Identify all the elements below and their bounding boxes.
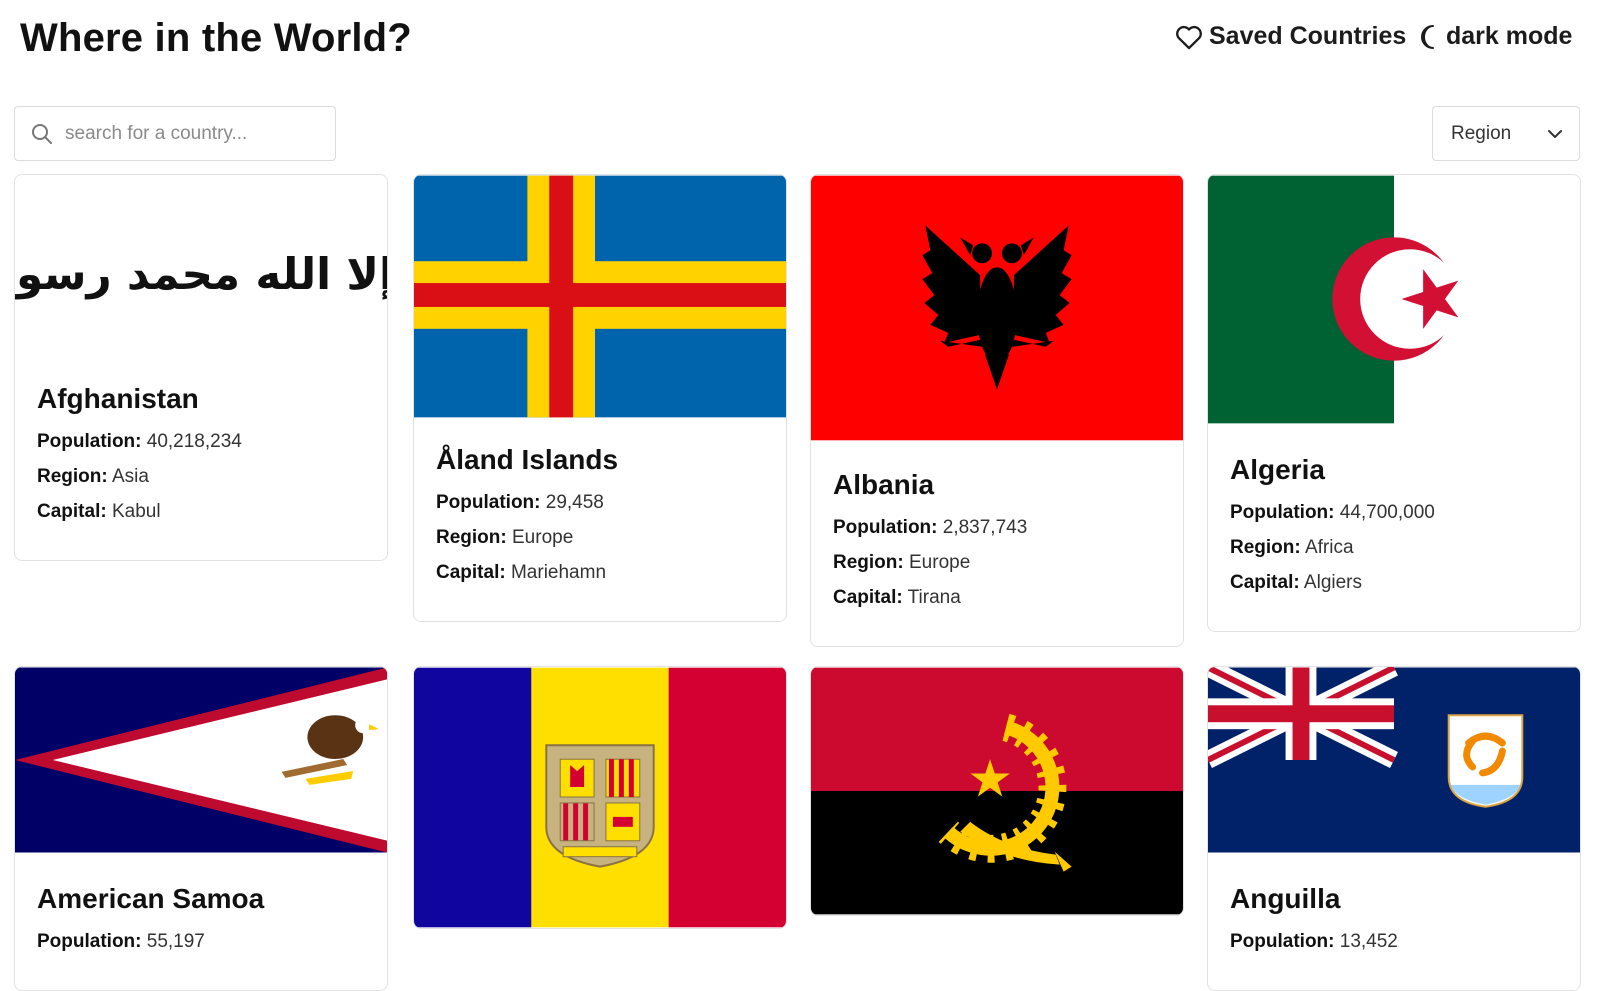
country-name: Albania bbox=[833, 469, 935, 500]
dark-mode-toggle[interactable]: dark mode bbox=[1418, 22, 1572, 51]
region-row: Region: Africa bbox=[1230, 537, 1354, 558]
country-card-american-samoa[interactable]: American Samoa Population: 55,197 bbox=[14, 666, 388, 991]
population-row: Population: 44,700,000 bbox=[1230, 502, 1435, 523]
country-name: Åland Islands bbox=[436, 444, 619, 475]
afghanistan-flag-image: لا إله إلا الله محمد رسول الله bbox=[15, 175, 387, 375]
heart-icon bbox=[1176, 25, 1202, 49]
chevron-down-icon bbox=[1548, 129, 1562, 138]
region-row: Region: Europe bbox=[833, 552, 971, 573]
andorra-flag-image bbox=[414, 667, 786, 928]
region-select-label: Region bbox=[1451, 122, 1512, 144]
population-row: Population: 13,452 bbox=[1230, 931, 1398, 952]
region-row: Region: Europe bbox=[436, 527, 574, 548]
country-card-aland-islands[interactable]: Åland Islands Population: 29,458 Region:… bbox=[413, 174, 787, 622]
saved-countries-label: Saved Countries bbox=[1209, 22, 1407, 50]
search-icon bbox=[32, 123, 52, 144]
country-name: American Samoa bbox=[37, 883, 265, 914]
country-card-afghanistan[interactable]: لا إله إلا الله محمد رسول الله Afghanist… bbox=[14, 174, 388, 561]
country-name: Afghanistan bbox=[37, 383, 199, 414]
population-row: Population: 40,218,234 bbox=[37, 431, 242, 452]
population-row: Population: 2,837,743 bbox=[833, 517, 1028, 538]
country-name: Anguilla bbox=[1230, 883, 1341, 914]
country-card-andorra[interactable] bbox=[413, 666, 787, 929]
albania-flag-image bbox=[811, 175, 1183, 441]
american-samoa-flag-image bbox=[15, 667, 387, 853]
capital-row: Capital: Mariehamn bbox=[436, 562, 607, 583]
app-header: Where in the World? Saved Countries dark… bbox=[0, 0, 1600, 80]
population-row: Population: 29,458 bbox=[436, 492, 604, 513]
aland-islands-flag-image bbox=[414, 175, 786, 418]
flag-inscription: لا إله إلا الله محمد رسول الله bbox=[15, 249, 387, 300]
country-card-algeria[interactable]: Algeria Population: 44,700,000 Region: A… bbox=[1207, 174, 1581, 632]
country-name: Algeria bbox=[1230, 454, 1325, 485]
region-row: Region: Asia bbox=[37, 466, 149, 487]
page-title: Where in the World? bbox=[20, 16, 412, 60]
country-card-albania[interactable]: Albania Population: 2,837,743 Region: Eu… bbox=[810, 174, 1184, 647]
capital-row: Capital: Tirana bbox=[833, 587, 961, 608]
moon-icon bbox=[1421, 24, 1434, 49]
algeria-flag-image bbox=[1208, 175, 1580, 424]
population-row: Population: 55,197 bbox=[37, 931, 205, 952]
region-select[interactable]: Region bbox=[1432, 106, 1580, 161]
capital-row: Capital: Kabul bbox=[37, 501, 161, 522]
capital-row: Capital: Algiers bbox=[1230, 572, 1362, 593]
country-card-anguilla[interactable]: Anguilla Population: 13,452 bbox=[1207, 666, 1581, 991]
search-box bbox=[14, 106, 336, 161]
search-input[interactable] bbox=[63, 121, 317, 146]
saved-countries-button[interactable]: Saved Countries bbox=[1175, 22, 1406, 51]
dark-mode-label: dark mode bbox=[1446, 22, 1573, 50]
angola-flag-image bbox=[811, 667, 1183, 915]
country-card-angola[interactable] bbox=[810, 666, 1184, 916]
anguilla-flag-image bbox=[1208, 667, 1580, 853]
